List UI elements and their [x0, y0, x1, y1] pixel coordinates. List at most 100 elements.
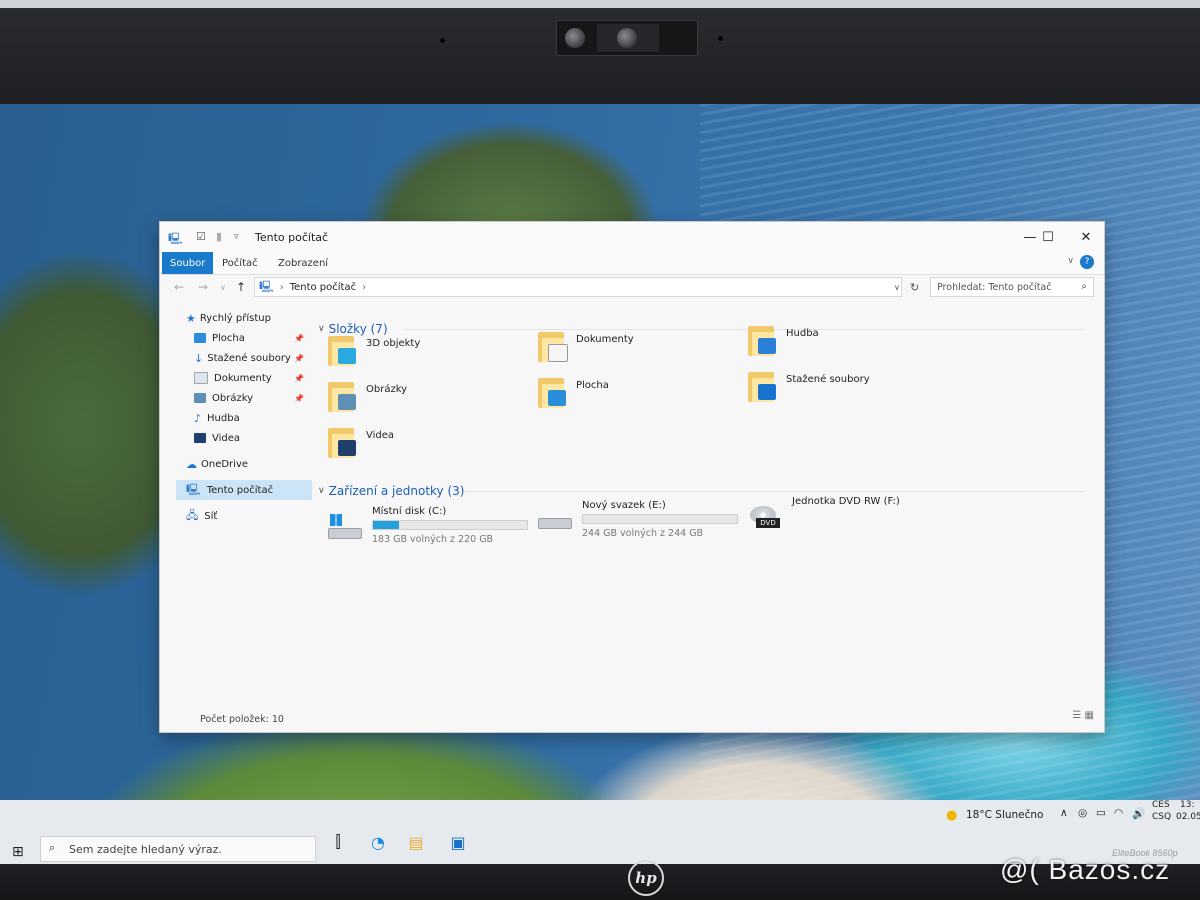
webcam-module	[556, 20, 698, 56]
properties-icon[interactable]: ☑	[196, 230, 206, 243]
nav-item-this-pc[interactable]: 🖳 Tento počítač	[176, 480, 312, 500]
computer-icon: 🖳	[259, 279, 274, 293]
view-mode-icons[interactable]: ☰ ▦	[1072, 710, 1094, 721]
drive-name: Jednotka DVD RW (F:)	[792, 496, 900, 507]
volume-icon[interactable]: 🔊	[1132, 807, 1145, 820]
network-icon: 🖧	[186, 508, 199, 522]
section-divider	[404, 329, 1084, 330]
folder-item[interactable]: Videa	[328, 426, 528, 468]
section-header-drives[interactable]: ∨ Zařízení a jednotky (3)	[318, 484, 464, 498]
taskbar-search-placeholder: Sem zadejte hledaný výraz.	[69, 842, 222, 856]
up-arrow-icon[interactable]: ↑	[236, 280, 246, 294]
language-bottom[interactable]: CSQ	[1152, 812, 1171, 822]
address-history-icon[interactable]: ∨	[894, 283, 900, 292]
folder-label: Videa	[366, 430, 395, 441]
drive-item[interactable]: DVD Jednotka DVD RW (F:)	[748, 496, 958, 540]
nav-item-label: OneDrive	[201, 458, 249, 470]
close-button[interactable]: ✕	[1068, 225, 1104, 249]
folder-item[interactable]: Hudba	[748, 324, 948, 366]
drive-usage-bar	[582, 514, 738, 524]
ribbon-expand-icon[interactable]: ∨	[1067, 256, 1074, 266]
webcam-tray-icon[interactable]: ◎	[1078, 807, 1087, 819]
refresh-icon[interactable]: ↻	[910, 281, 919, 294]
webcam-lens-icon	[617, 28, 637, 48]
quick-access-dropdown-icon[interactable]: ▿	[234, 232, 239, 242]
breadcrumb-chevron-icon[interactable]: ›	[362, 282, 366, 293]
address-bar[interactable]: 🖳 › Tento počítač ›	[254, 277, 902, 297]
nav-item-label: Stažené soubory	[207, 352, 291, 364]
nav-item-documents[interactable]: Dokumenty 📌	[176, 368, 312, 388]
ribbon-tabs: Soubor Počítač Zobrazení ∨ ?	[160, 252, 1104, 275]
nav-item-label: Videa	[212, 432, 241, 444]
computer-icon: 🖳	[168, 232, 183, 245]
nav-item-onedrive[interactable]: ☁ OneDrive	[176, 454, 312, 474]
taskbar-search-input[interactable]: ⌕ Sem zadejte hledaný výraz.	[40, 836, 316, 862]
drive-size: 183 GB volných z 220 GB	[372, 534, 494, 545]
store-icon[interactable]: ▣	[446, 830, 470, 854]
folder-item[interactable]: Dokumenty	[538, 330, 738, 372]
bezel-sensor-dot	[440, 38, 445, 43]
pin-icon[interactable]: 📌	[294, 354, 304, 363]
file-explorer-window: 🖳 ☑ ▮ ▿ Tento počítač — ☐ ✕ Soubor Počít…	[160, 222, 1104, 732]
show-hidden-icons-icon[interactable]: ∧	[1060, 807, 1068, 819]
music-icon: ♪	[194, 411, 202, 425]
hard-drive-windows-icon	[328, 514, 362, 539]
weather-text[interactable]: 18°C Slunečno	[966, 809, 1043, 821]
task-view-icon[interactable]: ⫿	[326, 830, 350, 854]
drive-name: Nový svazek (E:)	[582, 500, 666, 511]
windows-start-icon[interactable]: ⊞	[12, 844, 24, 860]
download-icon: ↓	[194, 351, 204, 365]
maximize-button[interactable]: ☐	[1030, 225, 1066, 249]
laptop-top-bezel	[0, 0, 1200, 110]
battery-icon[interactable]: ▭	[1096, 807, 1106, 819]
folder-item[interactable]: Plocha	[538, 376, 738, 418]
tab-view[interactable]: Zobrazení	[270, 252, 336, 274]
folder-item[interactable]: Obrázky	[328, 380, 528, 422]
drive-item[interactable]: Místní disk (C:) 183 GB volných z 220 GB	[328, 506, 538, 550]
window-title: Tento počítač	[255, 231, 329, 244]
wifi-icon[interactable]: ◠	[1114, 807, 1123, 819]
tab-computer[interactable]: Počítač	[214, 252, 266, 274]
clock-date[interactable]: 02.05	[1176, 812, 1200, 822]
breadcrumb-location[interactable]: Tento počítač	[290, 282, 356, 293]
edge-browser-icon[interactable]: ◔	[366, 830, 390, 854]
forward-arrow-icon[interactable]: →	[198, 280, 208, 294]
nav-item-downloads[interactable]: ↓ Stažené soubory 📌	[176, 348, 312, 368]
dvd-badge: DVD	[756, 518, 780, 528]
chevron-down-icon: ∨	[318, 486, 325, 496]
recent-locations-icon[interactable]: ∨	[220, 283, 226, 292]
drive-item[interactable]: Nový svazek (E:) 244 GB volných z 244 GB	[538, 500, 748, 544]
nav-item-desktop[interactable]: Plocha 📌	[176, 328, 312, 348]
pictures-icon	[194, 393, 206, 403]
new-folder-icon[interactable]: ▮	[216, 230, 222, 243]
nav-item-pictures[interactable]: Obrázky 📌	[176, 388, 312, 408]
nav-item-music[interactable]: ♪ Hudba	[176, 408, 312, 428]
bezel-sensor-dot	[718, 36, 723, 41]
nav-item-label: Dokumenty	[214, 372, 272, 384]
tab-file[interactable]: Soubor	[162, 252, 214, 274]
watermark-text: @( Bazos.cz	[1000, 854, 1171, 885]
file-explorer-icon[interactable]: ▤	[404, 830, 428, 854]
drive-size: 244 GB volných z 244 GB	[582, 528, 704, 539]
window-titlebar[interactable]: 🖳 ☑ ▮ ▿ Tento počítač — ☐ ✕	[160, 222, 1104, 252]
nav-item-videos[interactable]: Videa	[176, 428, 312, 448]
search-icon: ⌕	[49, 841, 56, 854]
back-arrow-icon[interactable]: ←	[174, 280, 184, 294]
language-top[interactable]: CES	[1152, 800, 1170, 810]
pin-icon[interactable]: 📌	[294, 394, 304, 403]
help-icon[interactable]: ?	[1080, 255, 1094, 269]
clock-time[interactable]: 13:	[1180, 800, 1194, 810]
folder-item[interactable]: Stažené soubory	[748, 370, 948, 412]
breadcrumb-separator-icon: ›	[279, 281, 284, 293]
nav-item-quick-access[interactable]: ★ Rychlý přístup	[176, 308, 312, 328]
folder-label: Dokumenty	[576, 334, 634, 345]
webcam-shutter	[597, 24, 659, 52]
nav-item-network[interactable]: 🖧 Síť	[176, 506, 312, 526]
pin-icon[interactable]: 📌	[294, 334, 304, 343]
pin-icon[interactable]: 📌	[294, 374, 304, 383]
search-input[interactable]: Prohledat: Tento počítač ⌕	[930, 277, 1094, 297]
folder-item[interactable]: 3D objekty	[328, 334, 528, 376]
dvd-drive-icon: DVD	[748, 506, 782, 528]
nav-item-label: Plocha	[212, 332, 245, 344]
chevron-down-icon: ∨	[318, 324, 325, 334]
